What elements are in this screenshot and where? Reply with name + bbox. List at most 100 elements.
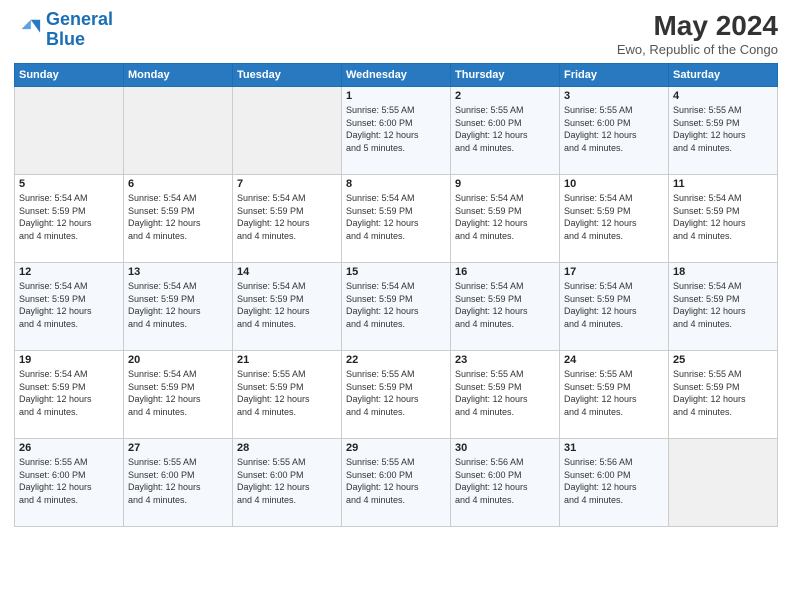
table-row: 30 Sunrise: 5:56 AM Sunset: 6:00 PM Dayli… [451, 439, 560, 527]
header: General Blue May 2024 Ewo, Republic of t… [14, 10, 778, 57]
table-row [124, 87, 233, 175]
day-number: 25 [673, 354, 773, 366]
table-row: 24Sunrise: 5:55 AM Sunset: 5:59 PM Dayli… [560, 351, 669, 439]
day-info: Sunrise: 5:54 AM Sunset: 5:59 PM Dayligh… [128, 280, 228, 330]
day-info: Sunrise: 5:56 AM Sunset: 6:00 PM Dayligh… [564, 456, 664, 506]
col-wednesday: Wednesday [342, 64, 451, 87]
day-number: 19 [19, 354, 119, 366]
table-row: 17 Sunrise: 5:54 AM Sunset: 5:59 PM Dayli… [560, 263, 669, 351]
day-info: Sunrise: 5:55 AM Sunset: 5:59 PM Dayligh… [455, 368, 555, 418]
table-row: 6 Sunrise: 5:54 AM Sunset: 5:59 PM Daylig… [124, 175, 233, 263]
day-number: 28 [237, 442, 337, 454]
day-number: 9 [455, 178, 555, 190]
day-info: Sunrise: 5:55 AM Sunset: 5:59 PM Dayligh… [673, 368, 773, 418]
day-number: 12 [19, 266, 119, 278]
col-monday: Monday [124, 64, 233, 87]
table-row: 20Sunrise: 5:54 AM Sunset: 5:59 PM Dayli… [124, 351, 233, 439]
day-info: Sunrise: 5:55 AM Sunset: 5:59 PM Dayligh… [346, 368, 446, 418]
day-number: 17 [564, 266, 664, 278]
day-info: Sunrise: 5:56 AM Sunset: 6:00 PM Dayligh… [455, 456, 555, 506]
table-row: 5 Sunrise: 5:54 AM Sunset: 5:59 PM Daylig… [15, 175, 124, 263]
table-row: 31 Sunrise: 5:56 AM Sunset: 6:00 PM Dayli… [560, 439, 669, 527]
calendar-week-row: 1 Sunrise: 5:55 AM Sunset: 6:00 PM Daylig… [15, 87, 778, 175]
day-number: 14 [237, 266, 337, 278]
day-info: Sunrise: 5:54 AM Sunset: 5:59 PM Dayligh… [237, 280, 337, 330]
logo-line1: General [46, 9, 113, 29]
day-number: 10 [564, 178, 664, 190]
table-row: 18Sunrise: 5:54 AM Sunset: 5:59 PM Dayli… [669, 263, 778, 351]
calendar-week-row: 26 Sunrise: 5:55 AM Sunset: 6:00 PM Dayli… [15, 439, 778, 527]
day-info: Sunrise: 5:55 AM Sunset: 5:59 PM Dayligh… [673, 104, 773, 154]
table-row: 11 Sunrise: 5:54 AM Sunset: 5:59 PM Dayli… [669, 175, 778, 263]
table-row: 1 Sunrise: 5:55 AM Sunset: 6:00 PM Daylig… [342, 87, 451, 175]
day-number: 11 [673, 178, 773, 190]
day-number: 5 [19, 178, 119, 190]
day-info: Sunrise: 5:54 AM Sunset: 5:59 PM Dayligh… [19, 280, 119, 330]
day-number: 31 [564, 442, 664, 454]
day-number: 7 [237, 178, 337, 190]
page-container: General Blue May 2024 Ewo, Republic of t… [0, 0, 792, 537]
logo: General Blue [14, 10, 113, 50]
day-info: Sunrise: 5:54 AM Sunset: 5:59 PM Dayligh… [346, 192, 446, 242]
title-block: May 2024 Ewo, Republic of the Congo [617, 10, 778, 57]
day-number: 13 [128, 266, 228, 278]
col-friday: Friday [560, 64, 669, 87]
table-row [233, 87, 342, 175]
day-info: Sunrise: 5:54 AM Sunset: 5:59 PM Dayligh… [673, 192, 773, 242]
logo-text: General Blue [46, 10, 113, 50]
col-tuesday: Tuesday [233, 64, 342, 87]
day-number: 2 [455, 90, 555, 102]
col-saturday: Saturday [669, 64, 778, 87]
day-number: 15 [346, 266, 446, 278]
day-info: Sunrise: 5:54 AM Sunset: 5:59 PM Dayligh… [564, 280, 664, 330]
table-row: 25 Sunrise: 5:55 AM Sunset: 5:59 PM Dayli… [669, 351, 778, 439]
day-number: 26 [19, 442, 119, 454]
day-info: Sunrise: 5:54 AM Sunset: 5:59 PM Dayligh… [128, 192, 228, 242]
calendar-week-row: 12 Sunrise: 5:54 AM Sunset: 5:59 PM Dayli… [15, 263, 778, 351]
calendar-week-row: 19Sunrise: 5:54 AM Sunset: 5:59 PM Dayli… [15, 351, 778, 439]
table-row: 29Sunrise: 5:55 AM Sunset: 6:00 PM Dayli… [342, 439, 451, 527]
day-info: Sunrise: 5:55 AM Sunset: 6:00 PM Dayligh… [346, 104, 446, 154]
day-number: 27 [128, 442, 228, 454]
day-info: Sunrise: 5:55 AM Sunset: 6:00 PM Dayligh… [128, 456, 228, 506]
day-info: Sunrise: 5:55 AM Sunset: 6:00 PM Dayligh… [19, 456, 119, 506]
day-number: 22 [346, 354, 446, 366]
logo-icon [14, 16, 42, 44]
day-info: Sunrise: 5:55 AM Sunset: 6:00 PM Dayligh… [564, 104, 664, 154]
table-row: 13 Sunrise: 5:54 AM Sunset: 5:59 PM Dayli… [124, 263, 233, 351]
table-row: 4 Sunrise: 5:55 AM Sunset: 5:59 PM Daylig… [669, 87, 778, 175]
day-info: Sunrise: 5:54 AM Sunset: 5:59 PM Dayligh… [455, 280, 555, 330]
calendar-header-row: Sunday Monday Tuesday Wednesday Thursday… [15, 64, 778, 87]
month-title: May 2024 [617, 10, 778, 42]
day-number: 20 [128, 354, 228, 366]
day-number: 6 [128, 178, 228, 190]
day-number: 8 [346, 178, 446, 190]
table-row: 7 Sunrise: 5:54 AM Sunset: 5:59 PM Daylig… [233, 175, 342, 263]
table-row: 9 Sunrise: 5:54 AM Sunset: 5:59 PM Daylig… [451, 175, 560, 263]
day-number: 29 [346, 442, 446, 454]
day-info: Sunrise: 5:54 AM Sunset: 5:59 PM Dayligh… [19, 192, 119, 242]
day-info: Sunrise: 5:54 AM Sunset: 5:59 PM Dayligh… [346, 280, 446, 330]
table-row: 14 Sunrise: 5:54 AM Sunset: 5:59 PM Dayli… [233, 263, 342, 351]
table-row: 12 Sunrise: 5:54 AM Sunset: 5:59 PM Dayli… [15, 263, 124, 351]
calendar-week-row: 5 Sunrise: 5:54 AM Sunset: 5:59 PM Daylig… [15, 175, 778, 263]
table-row: 16Sunrise: 5:54 AM Sunset: 5:59 PM Dayli… [451, 263, 560, 351]
day-info: Sunrise: 5:55 AM Sunset: 6:00 PM Dayligh… [237, 456, 337, 506]
table-row: 2Sunrise: 5:55 AM Sunset: 6:00 PM Daylig… [451, 87, 560, 175]
table-row: 23 Sunrise: 5:55 AM Sunset: 5:59 PM Dayli… [451, 351, 560, 439]
table-row [15, 87, 124, 175]
day-info: Sunrise: 5:55 AM Sunset: 5:59 PM Dayligh… [237, 368, 337, 418]
day-info: Sunrise: 5:54 AM Sunset: 5:59 PM Dayligh… [237, 192, 337, 242]
col-thursday: Thursday [451, 64, 560, 87]
day-number: 4 [673, 90, 773, 102]
day-number: 23 [455, 354, 555, 366]
day-number: 30 [455, 442, 555, 454]
day-info: Sunrise: 5:54 AM Sunset: 5:59 PM Dayligh… [455, 192, 555, 242]
table-row: 10Sunrise: 5:54 AM Sunset: 5:59 PM Dayli… [560, 175, 669, 263]
day-number: 1 [346, 90, 446, 102]
location-subtitle: Ewo, Republic of the Congo [617, 42, 778, 57]
table-row: 15 Sunrise: 5:54 AM Sunset: 5:59 PM Dayli… [342, 263, 451, 351]
table-row: 19Sunrise: 5:54 AM Sunset: 5:59 PM Dayli… [15, 351, 124, 439]
day-number: 24 [564, 354, 664, 366]
table-row: 21Sunrise: 5:55 AM Sunset: 5:59 PM Dayli… [233, 351, 342, 439]
